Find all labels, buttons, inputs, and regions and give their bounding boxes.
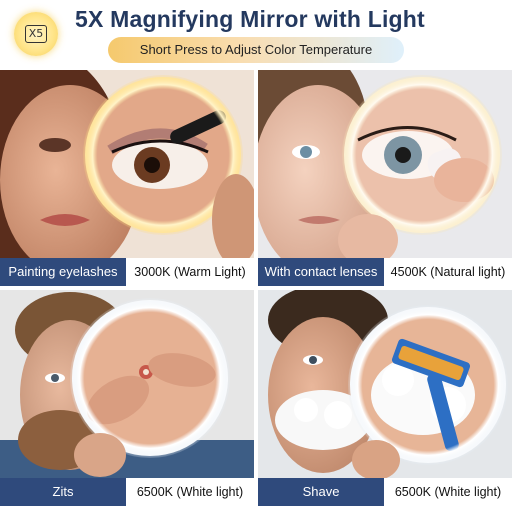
caption-bar: Shave 6500K (White light) xyxy=(258,478,512,506)
usage-panel-shave: Shave 6500K (White light) xyxy=(258,290,512,506)
usage-grid: Painting eyelashes 3000K (Warm Light) Wi… xyxy=(0,70,512,512)
subtitle-pill: Short Press to Adjust Color Temperature xyxy=(108,37,404,63)
color-temperature-label: 6500K (White light) xyxy=(394,485,502,499)
color-temperature-label: 3000K (Warm Light) xyxy=(134,265,246,279)
scene-label: Zits xyxy=(0,478,126,506)
usage-panel-zits: Zits 6500K (White light) xyxy=(0,290,254,506)
color-temperature-label: 6500K (White light) xyxy=(136,485,244,499)
scene-label: With contact lenses xyxy=(258,258,384,286)
scene-label: Painting eyelashes xyxy=(0,258,126,286)
eyelash-photo xyxy=(0,70,254,258)
magnification-badge-icon: X5 xyxy=(14,12,58,56)
zits-photo xyxy=(0,290,254,478)
scene-label: Shave xyxy=(258,478,384,506)
contact-lens-photo xyxy=(258,70,512,258)
header: X5 5X Magnifying Mirror with Light Short… xyxy=(0,0,512,68)
usage-panel-eyelashes: Painting eyelashes 3000K (Warm Light) xyxy=(0,70,254,286)
shave-photo xyxy=(258,290,512,478)
magnification-badge-label: X5 xyxy=(25,25,47,43)
caption-bar: Zits 6500K (White light) xyxy=(0,478,254,506)
caption-bar: Painting eyelashes 3000K (Warm Light) xyxy=(0,258,254,286)
caption-bar: With contact lenses 4500K (Natural light… xyxy=(258,258,512,286)
subtitle-text: Short Press to Adjust Color Temperature xyxy=(139,42,373,57)
color-temperature-label: 4500K (Natural light) xyxy=(390,265,506,279)
page-title: 5X Magnifying Mirror with Light xyxy=(75,6,425,32)
usage-panel-contact-lenses: With contact lenses 4500K (Natural light… xyxy=(258,70,512,286)
